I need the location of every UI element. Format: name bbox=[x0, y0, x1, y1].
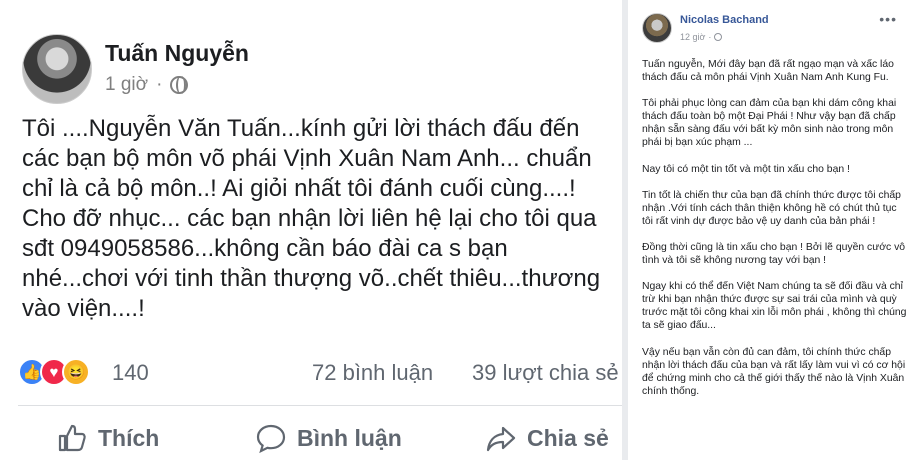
post-paragraph: Nay tôi có một tin tốt và một tin xấu ch… bbox=[642, 163, 850, 175]
post-line: các bạn bộ môn võ phái Vịnh Xuân Nam Anh… bbox=[22, 145, 592, 172]
post-paragraph: Tin tốt là chiến thư của bạn đã chính th… bbox=[642, 189, 901, 227]
post-body: Tôi ....Nguyễn Văn Tuấn...kính gửi lời t… bbox=[22, 114, 622, 324]
post-paragraph: Tuấn nguyễn, Mới đây bạn đã rất ngạo mạn… bbox=[642, 59, 894, 84]
post-line: vào viện....! bbox=[22, 295, 145, 322]
post-body: Tuấn nguyễn, Mới đây bạn đã rất ngạo mạn… bbox=[642, 58, 910, 411]
comment-count[interactable]: 72 bình luận bbox=[312, 360, 433, 386]
globe-icon bbox=[170, 76, 189, 94]
left-post: Tuấn Nguyễn 1 giờ · Tôi ....Nguyễn Văn T… bbox=[0, 0, 622, 460]
reaction-bar: 👍 ♥ 😆 140 72 bình luận 39 lượt chia sẻ bbox=[18, 356, 619, 390]
post-timestamp: 1 giờ · bbox=[105, 74, 189, 96]
time-label[interactable]: 1 giờ bbox=[105, 74, 148, 96]
post-timestamp: 12 giờ · bbox=[680, 32, 723, 42]
like-button[interactable]: Thích bbox=[56, 422, 159, 454]
action-bar: Thích Bình luận Chia sẻ bbox=[0, 418, 622, 460]
thumbs-up-icon bbox=[58, 424, 86, 452]
right-post: Nicolas Bachand 12 giờ · ••• Tuấn nguyễn… bbox=[628, 0, 915, 460]
author-name[interactable]: Nicolas Bachand bbox=[680, 14, 769, 26]
comment-button[interactable]: Bình luận bbox=[255, 422, 402, 454]
share-count[interactable]: 39 lượt chia sẻ bbox=[472, 360, 619, 386]
share-button[interactable]: Chia sẻ bbox=[485, 422, 609, 454]
comment-label: Bình luận bbox=[297, 424, 402, 451]
post-line: chỉ là cả bộ môn..! Ai giỏi nhất tôi đán… bbox=[22, 175, 576, 202]
post-paragraph: Ngay khi có thể đến Việt Nam chúng ta sẽ… bbox=[642, 281, 907, 332]
divider bbox=[18, 405, 622, 406]
share-label: Chia sẻ bbox=[527, 424, 609, 451]
post-paragraph: Đồng thời cũng là tin xấu cho bạn ! Bởi … bbox=[642, 241, 906, 267]
haha-icon: 😆 bbox=[62, 358, 90, 386]
comment-icon bbox=[256, 424, 286, 454]
share-arrow-icon bbox=[486, 426, 516, 452]
avatar[interactable] bbox=[642, 13, 672, 43]
time-label[interactable]: 12 giờ bbox=[680, 32, 705, 42]
avatar[interactable] bbox=[22, 34, 92, 104]
more-options-icon[interactable]: ••• bbox=[879, 11, 897, 27]
post-paragraph: Tôi phải phục lòng can đảm của bạn khi d… bbox=[642, 98, 897, 149]
reaction-icons[interactable]: 👍 ♥ 😆 bbox=[18, 358, 90, 386]
post-line: Tôi ....Nguyễn Văn Tuấn...kính gửi lời t… bbox=[22, 115, 580, 142]
reaction-count[interactable]: 140 bbox=[112, 360, 149, 386]
like-label: Thích bbox=[98, 424, 160, 451]
post-line: Cho đỡ nhục... các bạn nhận lời liên hệ … bbox=[22, 205, 597, 232]
post-paragraph: Vậy nếu bạn vẫn còn đủ can đảm, tôi chín… bbox=[642, 346, 906, 397]
globe-icon bbox=[714, 33, 723, 41]
post-line: nhé...chơi với tinh thần thượng võ..chết… bbox=[22, 265, 601, 292]
author-name[interactable]: Tuấn Nguyễn bbox=[105, 40, 249, 67]
post-line: sđt 0949058586...không cần báo đài ca s … bbox=[22, 235, 508, 262]
